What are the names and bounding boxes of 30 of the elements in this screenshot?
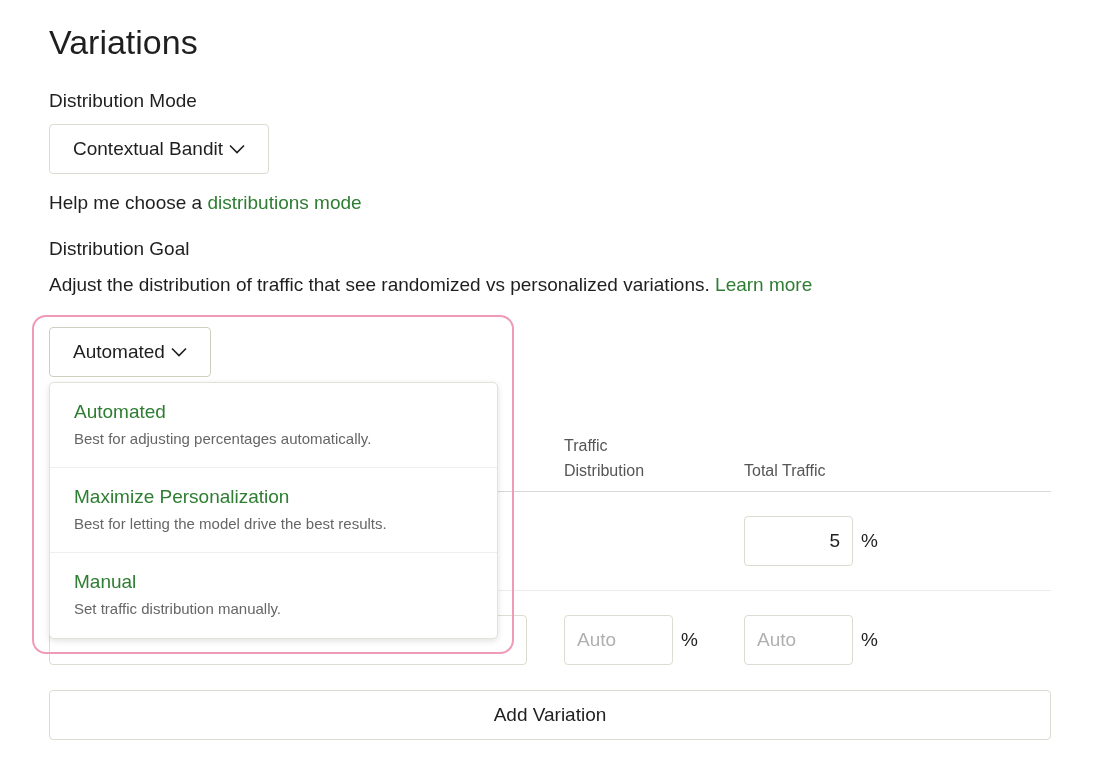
percent-input[interactable]: 5 xyxy=(744,516,853,566)
description-text: Adjust the distribution of traffic that see randomized vs personalized variations. Learn more xyxy=(49,273,814,297)
help-text: Help me choose a distributions mode xyxy=(49,191,363,215)
field-label: Distribution Mode xyxy=(49,89,198,113)
column-header: Total Traffic xyxy=(744,461,827,481)
option-description: Best for adjusting percentages automatically. xyxy=(74,429,373,449)
name-input[interactable] xyxy=(49,615,527,665)
menu-item[interactable]: Automated Best for adjusting percentages automatically. xyxy=(50,383,497,468)
add-variation-button[interactable]: Add Variation xyxy=(49,690,1051,740)
percent-sign: % xyxy=(861,627,878,652)
column-header: Traffic Distribution xyxy=(564,436,646,481)
page-title: Variations xyxy=(49,22,199,63)
option-title: Automated xyxy=(74,400,167,424)
percent-sign: % xyxy=(861,528,878,553)
caret-icon xyxy=(229,144,245,154)
percent-input[interactable]: Auto xyxy=(744,615,853,665)
option-description: Best for letting the model drive the best results. xyxy=(74,514,388,534)
learn-more-link[interactable]: Learn more xyxy=(715,274,813,295)
percent-input[interactable]: Auto xyxy=(564,615,673,665)
option-title: Maximize Personalization xyxy=(74,485,291,509)
percent-sign: % xyxy=(681,627,698,652)
option-description: Set traffic distribution manually. xyxy=(74,599,283,619)
dropdown-button[interactable]: Contextual Bandit xyxy=(49,124,269,174)
field-label: Distribution Goal xyxy=(49,237,191,261)
menu-item[interactable]: Manual Set traffic distribution manually. xyxy=(50,553,497,638)
caret-icon xyxy=(170,347,187,357)
dropdown-button[interactable]: Automated xyxy=(49,327,211,377)
option-title: Manual xyxy=(74,570,138,594)
help-link[interactable]: distributions mode xyxy=(207,192,362,213)
menu-item[interactable]: Maximize Personalization Best for letting the model drive the best results. xyxy=(50,468,497,553)
